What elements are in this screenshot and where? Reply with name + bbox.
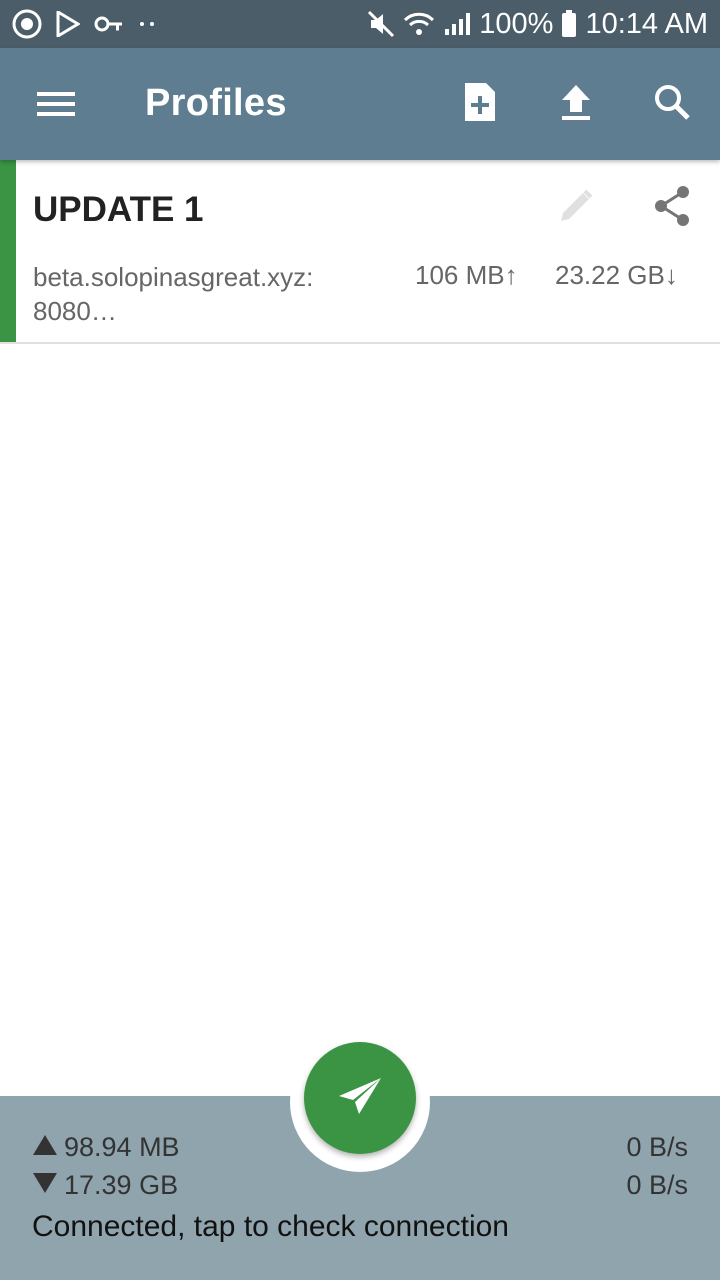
key-icon [94, 14, 124, 34]
vpn-shield-icon [12, 9, 42, 39]
received-total-value: 17.39 GB [64, 1170, 179, 1200]
import-button[interactable] [554, 82, 598, 126]
receive-rate: 0 B/s [626, 1170, 688, 1200]
new-profile-button[interactable] [458, 82, 502, 126]
search-icon [653, 83, 691, 126]
clock: 10:14 AM [585, 7, 708, 40]
app-bar: Profiles [0, 48, 720, 160]
menu-icon[interactable] [36, 86, 76, 122]
send-plane-icon [337, 1076, 383, 1121]
pencil-icon [557, 187, 595, 230]
battery-percent: 100% [479, 7, 554, 40]
upload-icon [559, 83, 593, 126]
battery-icon [561, 10, 577, 38]
profile-host: beta.solopinasgreat.xyz: 8080… [33, 260, 373, 328]
status-bar: 100% 10:14 AM [0, 0, 720, 48]
play-store-icon [56, 11, 80, 37]
signal-icon [443, 11, 471, 37]
page-title: Profiles [145, 82, 287, 124]
connect-fab[interactable] [304, 1042, 416, 1154]
sent-total-value: 98.94 MB [64, 1132, 180, 1162]
profile-name: UPDATE 1 [33, 190, 204, 229]
wifi-icon [403, 11, 435, 37]
host-line-1: beta.solopinasgreat.xyz: [33, 262, 314, 292]
new-profile-icon [462, 81, 498, 128]
selected-indicator [0, 160, 16, 342]
share-icon [652, 185, 692, 232]
received-total: 17.39 GB [32, 1170, 178, 1201]
send-rate: 0 B/s [626, 1132, 688, 1162]
profile-card[interactable]: UPDATE 1 beta.solopinasgreat.xyz: 8080… … [0, 160, 720, 344]
edit-button[interactable] [552, 184, 600, 232]
mute-icon [367, 10, 395, 38]
share-button[interactable] [648, 184, 696, 232]
search-button[interactable] [650, 82, 694, 126]
profile-upload: 106 MB↑ [415, 260, 518, 290]
triangle-up-icon [32, 1132, 58, 1163]
more-dots-icon [138, 19, 156, 29]
host-line-2: 8080… [33, 296, 117, 326]
sent-total: 98.94 MB [32, 1132, 180, 1163]
triangle-down-icon [32, 1170, 58, 1201]
profile-download: 23.22 GB↓ [555, 260, 678, 290]
connection-status[interactable]: Connected, tap to check connection [32, 1210, 509, 1244]
